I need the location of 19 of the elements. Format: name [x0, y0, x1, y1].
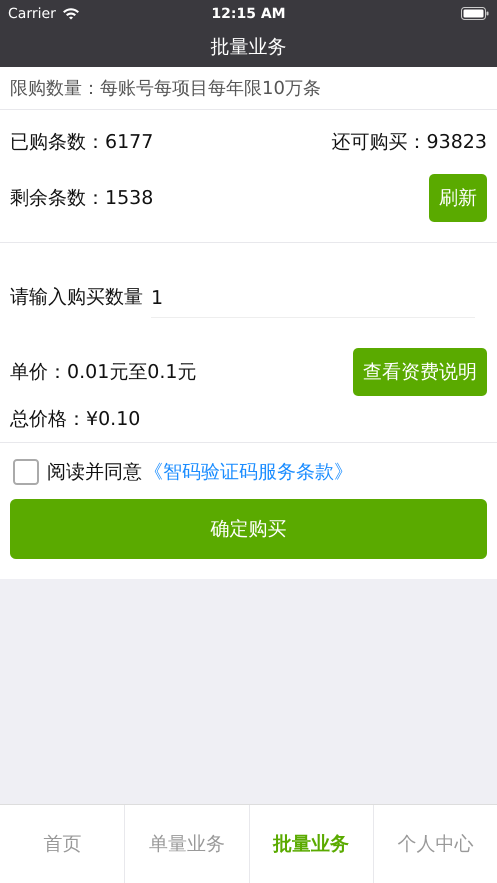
wifi-icon — [62, 7, 80, 20]
remaining-count: 剩余条数：1538 — [10, 186, 154, 211]
agree-text: 阅读并同意 — [47, 460, 142, 485]
battery-icon — [461, 7, 489, 20]
refresh-button[interactable]: 刷新 — [429, 174, 487, 222]
quantity-field[interactable]: 1 — [151, 283, 475, 318]
purchase-limit-text: 限购数量：每账号每项目每年限10万条 — [10, 77, 321, 100]
purchased-count: 已购条数：6177 — [10, 130, 154, 155]
nav-title: 批量业务 — [210, 35, 286, 60]
terms-link[interactable]: 《智码验证码服务条款》 — [144, 459, 353, 485]
total-price-text: 总价格：¥0.10 — [10, 407, 140, 432]
unit-price-text: 单价：0.01元至0.1元 — [10, 360, 197, 385]
available-count: 还可购买：93823 — [332, 130, 487, 155]
confirm-purchase-button[interactable]: 确定购买 — [10, 499, 487, 559]
carrier-label: Carrier — [8, 6, 56, 22]
fee-info-button[interactable]: 查看资费说明 — [353, 348, 487, 396]
agree-checkbox[interactable] — [13, 459, 39, 485]
quantity-label: 请输入购买数量 — [10, 285, 143, 310]
clock-time: 12:15 AM — [211, 6, 286, 22]
